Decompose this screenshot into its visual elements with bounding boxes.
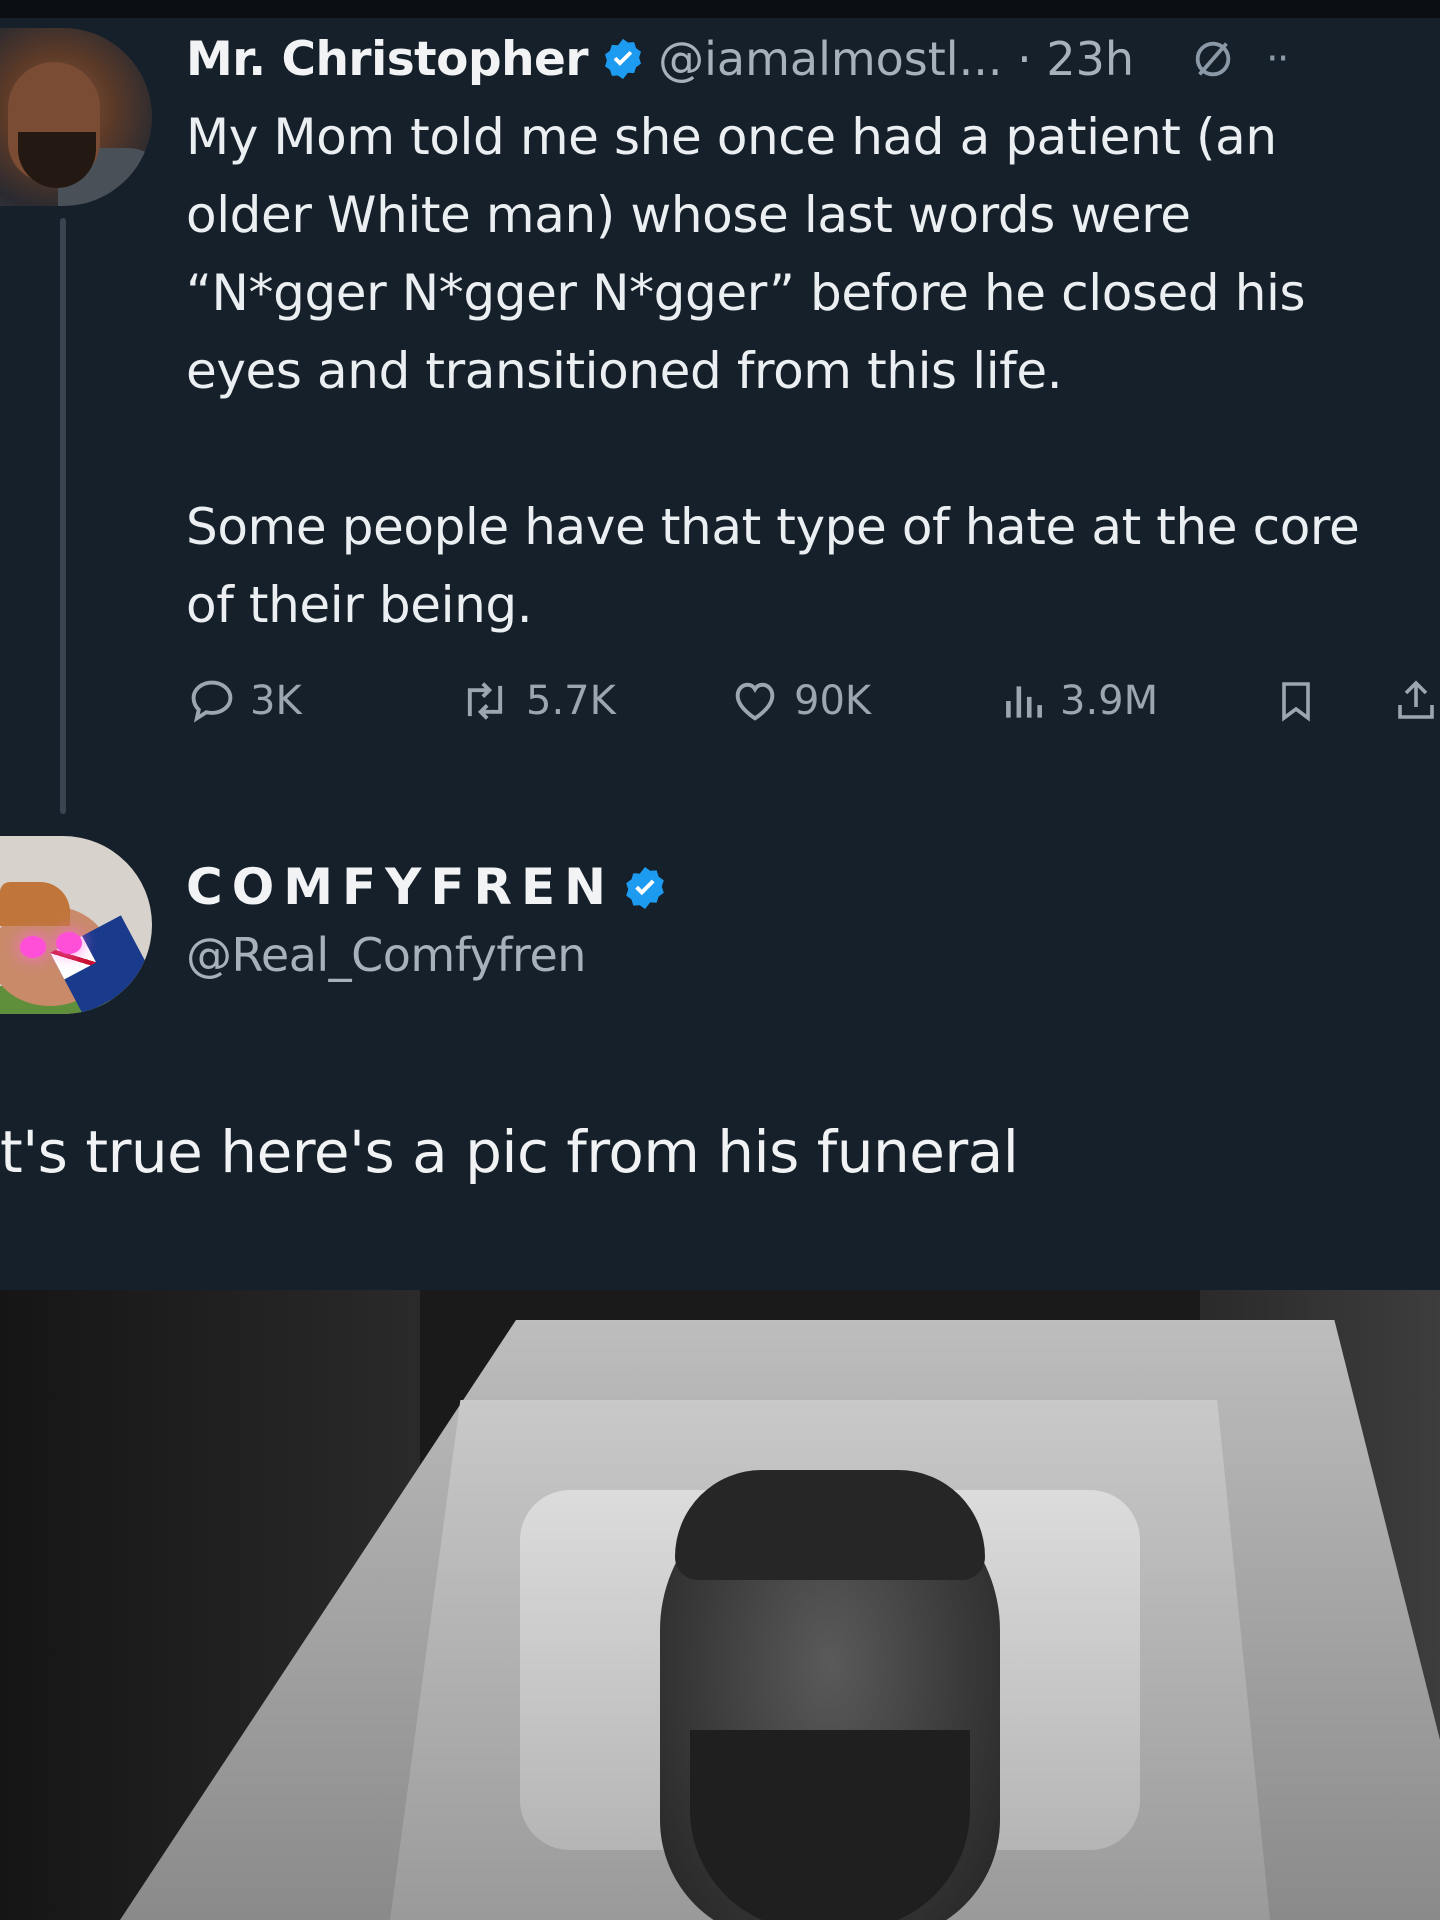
share-icon (1398, 680, 1434, 719)
like-button[interactable]: 90K (728, 666, 871, 736)
reply-count: 3K (250, 678, 302, 724)
reply-avatar[interactable] (0, 836, 152, 1014)
tweet-text: My Mom told me she once had a patient (a… (186, 108, 1360, 634)
repost-count: 5.7K (526, 678, 616, 724)
reply-author-name[interactable]: COMFYFREN (186, 858, 615, 916)
avatar[interactable] (0, 28, 152, 206)
reply-header: COMFYFREN (186, 852, 679, 922)
thread-connector-line (60, 218, 66, 814)
reply-button[interactable]: 3K (186, 666, 302, 736)
bookmark-icon (1282, 682, 1310, 722)
tweet-header: Mr. Christopher @iamalmostl... · 23h ·· (186, 26, 1289, 92)
reply-icon (191, 680, 233, 723)
bookmark-button[interactable] (1272, 666, 1320, 736)
top-edge-bar (0, 0, 1440, 18)
view-count: 3.9M (1060, 678, 1159, 724)
grok-icon[interactable] (1190, 36, 1236, 82)
repost-icon (467, 682, 503, 720)
author-handle-time[interactable]: @iamalmostl... · 23h (658, 32, 1134, 86)
reply-attached-image[interactable] (0, 1290, 1440, 1920)
views-button[interactable]: 3.9M (998, 666, 1158, 736)
repost-button[interactable]: 5.7K (456, 666, 616, 736)
reply-author-handle[interactable]: @Real_Comfyfren (186, 928, 586, 982)
share-button[interactable] (1392, 666, 1440, 736)
reply-text: t's true here's a pic from his funeral (0, 1118, 1019, 1186)
tweet-actions: 3K 5.7K 90K 3.9M (186, 666, 1440, 736)
author-name[interactable]: Mr. Christopher (186, 32, 589, 87)
verified-badge-icon (600, 36, 646, 82)
verified-badge-icon (621, 864, 667, 910)
like-icon (735, 682, 775, 721)
views-icon (1006, 686, 1042, 718)
more-icon[interactable]: ·· (1266, 36, 1289, 82)
like-count: 90K (794, 678, 872, 724)
